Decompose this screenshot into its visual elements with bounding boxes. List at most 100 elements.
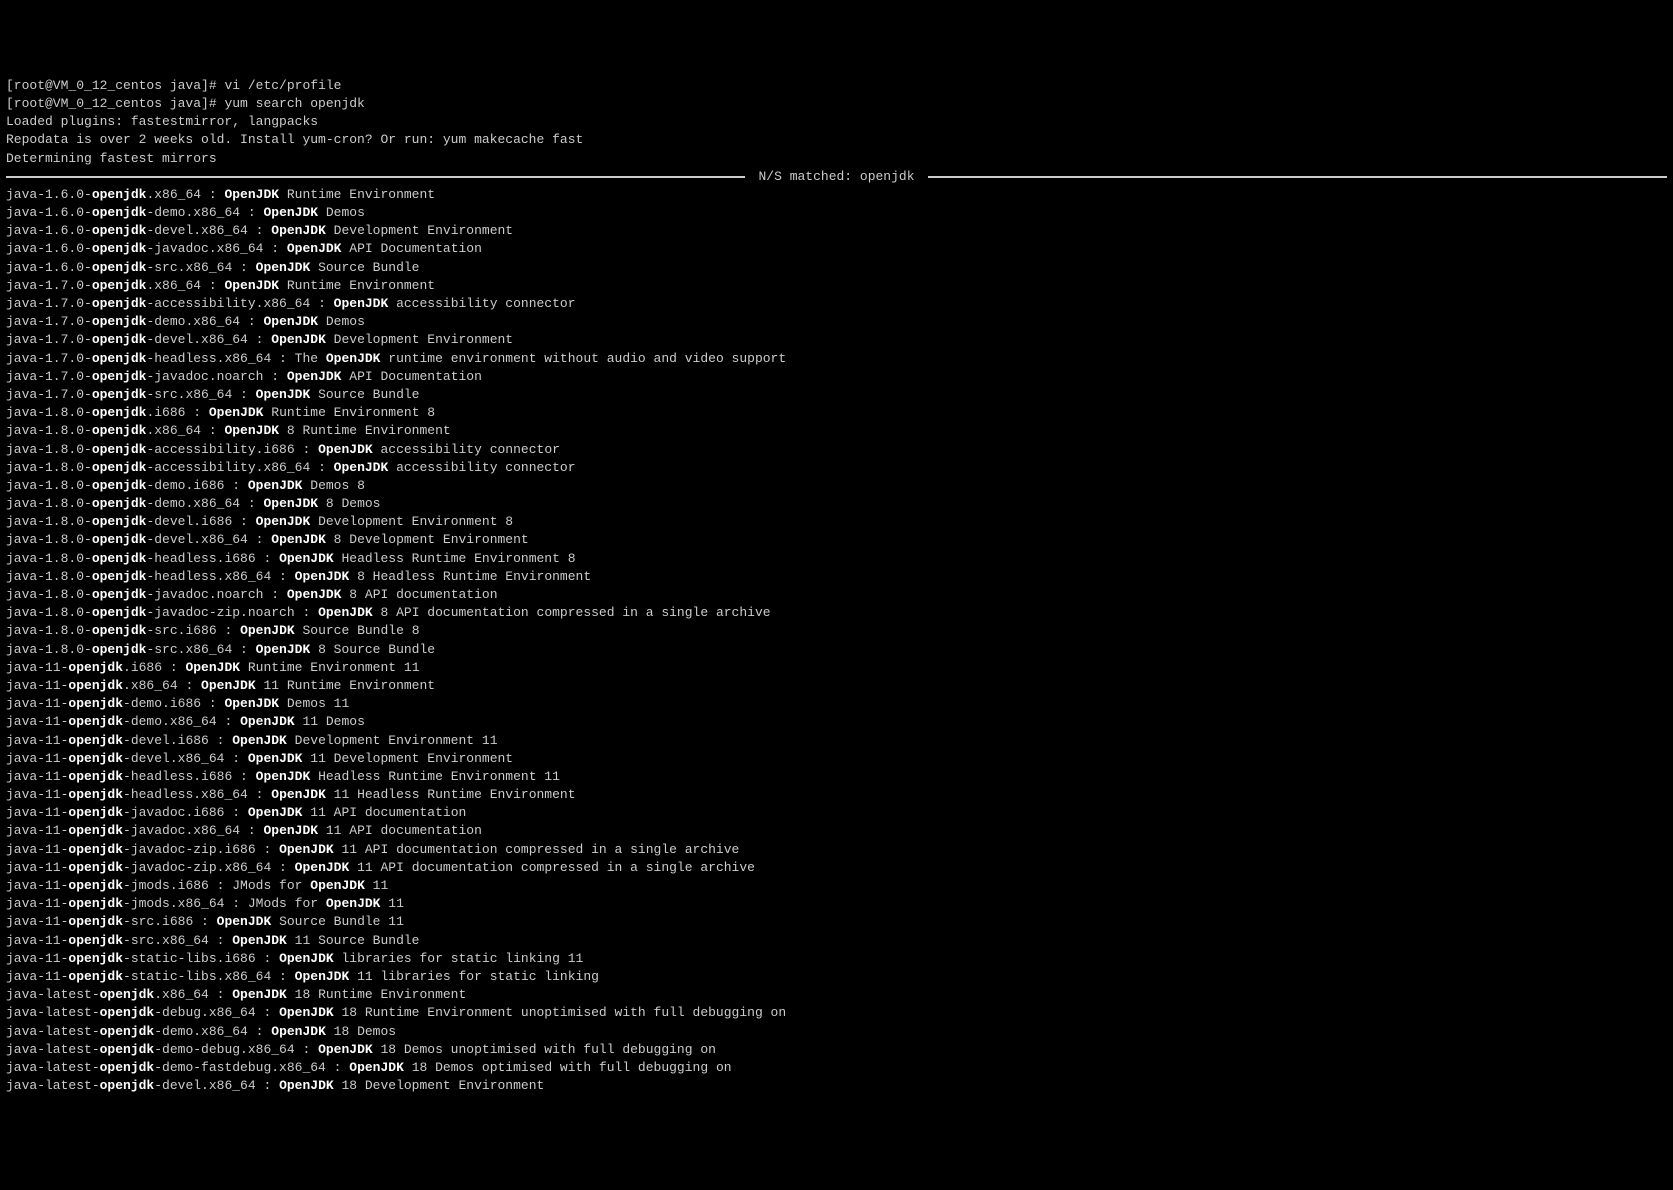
search-result: java-1.7.0-openjdk-src.x86_64 : OpenJDK … bbox=[6, 386, 1667, 404]
match-highlight: OpenJDK bbox=[263, 314, 318, 329]
match-highlight: OpenJDK bbox=[232, 933, 287, 948]
yum-message: Determining fastest mirrors bbox=[6, 150, 1667, 168]
match-highlight: openjdk bbox=[92, 351, 147, 366]
match-highlight: openjdk bbox=[92, 514, 147, 529]
match-highlight: openjdk bbox=[68, 660, 123, 675]
search-result: java-1.7.0-openjdk-accessibility.x86_64 … bbox=[6, 295, 1667, 313]
match-highlight: openjdk bbox=[92, 532, 147, 547]
shell-prompt: [root@VM_0_12_centos java]# bbox=[6, 96, 224, 111]
match-highlight: OpenJDK bbox=[224, 187, 279, 202]
section-separator: N/S matched: openjdk bbox=[6, 168, 1667, 186]
match-highlight: OpenJDK bbox=[240, 714, 295, 729]
match-highlight: OpenJDK bbox=[271, 223, 326, 238]
match-highlight: OpenJDK bbox=[349, 1060, 404, 1075]
match-highlight: openjdk bbox=[92, 478, 147, 493]
search-result: java-latest-openjdk-debug.x86_64 : OpenJ… bbox=[6, 1004, 1667, 1022]
search-result: java-1.7.0-openjdk-demo.x86_64 : OpenJDK… bbox=[6, 313, 1667, 331]
search-result: java-11-openjdk-jmods.x86_64 : JMods for… bbox=[6, 895, 1667, 913]
search-result: java-11-openjdk-javadoc.x86_64 : OpenJDK… bbox=[6, 822, 1667, 840]
match-highlight: openjdk bbox=[92, 332, 147, 347]
search-result: java-11-openjdk-javadoc.i686 : OpenJDK 1… bbox=[6, 804, 1667, 822]
match-highlight: openjdk bbox=[68, 678, 123, 693]
match-highlight: OpenJDK bbox=[326, 351, 381, 366]
match-highlight: openjdk bbox=[92, 551, 147, 566]
search-result: java-1.8.0-openjdk-headless.i686 : OpenJ… bbox=[6, 550, 1667, 568]
match-highlight: OpenJDK bbox=[232, 733, 287, 748]
match-highlight: openjdk bbox=[68, 696, 123, 711]
search-result: java-1.7.0-openjdk.x86_64 : OpenJDK Runt… bbox=[6, 277, 1667, 295]
match-highlight: OpenJDK bbox=[287, 587, 342, 602]
match-highlight: openjdk bbox=[92, 369, 147, 384]
search-result: java-11-openjdk-javadoc-zip.i686 : OpenJ… bbox=[6, 841, 1667, 859]
match-highlight: OpenJDK bbox=[271, 1024, 326, 1039]
search-result: java-11-openjdk-static-libs.i686 : OpenJ… bbox=[6, 950, 1667, 968]
match-highlight: OpenJDK bbox=[334, 460, 389, 475]
match-highlight: OpenJDK bbox=[256, 387, 311, 402]
search-result: java-1.6.0-openjdk.x86_64 : OpenJDK Runt… bbox=[6, 186, 1667, 204]
match-highlight: openjdk bbox=[92, 278, 147, 293]
match-highlight: openjdk bbox=[68, 842, 123, 857]
match-highlight: OpenJDK bbox=[217, 914, 272, 929]
yum-message: Loaded plugins: fastestmirror, langpacks bbox=[6, 113, 1667, 131]
search-result: java-11-openjdk-devel.x86_64 : OpenJDK 1… bbox=[6, 750, 1667, 768]
match-highlight: openjdk bbox=[68, 951, 123, 966]
match-highlight: OpenJDK bbox=[295, 569, 350, 584]
search-result: java-1.8.0-openjdk-devel.i686 : OpenJDK … bbox=[6, 513, 1667, 531]
match-highlight: OpenJDK bbox=[240, 623, 295, 638]
match-highlight: openjdk bbox=[92, 405, 147, 420]
match-highlight: OpenJDK bbox=[318, 1042, 373, 1057]
match-highlight: OpenJDK bbox=[248, 751, 303, 766]
search-result: java-latest-openjdk-demo-fastdebug.x86_6… bbox=[6, 1059, 1667, 1077]
match-highlight: OpenJDK bbox=[256, 260, 311, 275]
search-result: java-1.6.0-openjdk-demo.x86_64 : OpenJDK… bbox=[6, 204, 1667, 222]
match-highlight: openjdk bbox=[100, 1078, 155, 1093]
match-highlight: openjdk bbox=[92, 460, 147, 475]
search-result: java-11-openjdk.i686 : OpenJDK Runtime E… bbox=[6, 659, 1667, 677]
match-highlight: openjdk bbox=[92, 296, 147, 311]
search-result: java-1.8.0-openjdk-demo.x86_64 : OpenJDK… bbox=[6, 495, 1667, 513]
match-highlight: OpenJDK bbox=[185, 660, 240, 675]
search-result: java-latest-openjdk-devel.x86_64 : OpenJ… bbox=[6, 1077, 1667, 1095]
match-highlight: OpenJDK bbox=[279, 551, 334, 566]
match-highlight: OpenJDK bbox=[256, 769, 311, 784]
search-result: java-latest-openjdk-demo-debug.x86_64 : … bbox=[6, 1041, 1667, 1059]
match-highlight: OpenJDK bbox=[271, 787, 326, 802]
match-highlight: openjdk bbox=[100, 1005, 155, 1020]
search-result: java-11-openjdk-static-libs.x86_64 : Ope… bbox=[6, 968, 1667, 986]
match-highlight: OpenJDK bbox=[263, 496, 318, 511]
search-result: java-11-openjdk-headless.x86_64 : OpenJD… bbox=[6, 786, 1667, 804]
search-result: java-1.8.0-openjdk-javadoc-zip.noarch : … bbox=[6, 604, 1667, 622]
match-highlight: OpenJDK bbox=[287, 241, 342, 256]
search-result: java-11-openjdk-src.i686 : OpenJDK Sourc… bbox=[6, 913, 1667, 931]
match-highlight: openjdk bbox=[100, 1060, 155, 1075]
match-highlight: OpenJDK bbox=[224, 423, 279, 438]
match-highlight: openjdk bbox=[68, 914, 123, 929]
match-highlight: openjdk bbox=[68, 969, 123, 984]
search-result: java-11-openjdk-src.x86_64 : OpenJDK 11 … bbox=[6, 932, 1667, 950]
match-highlight: openjdk bbox=[92, 241, 147, 256]
match-highlight: openjdk bbox=[68, 896, 123, 911]
match-highlight: openjdk bbox=[92, 223, 147, 238]
search-result: java-1.8.0-openjdk-accessibility.x86_64 … bbox=[6, 459, 1667, 477]
search-result: java-1.8.0-openjdk.i686 : OpenJDK Runtim… bbox=[6, 404, 1667, 422]
match-highlight: openjdk bbox=[68, 787, 123, 802]
search-result: java-1.7.0-openjdk-devel.x86_64 : OpenJD… bbox=[6, 331, 1667, 349]
separator-label: N/S matched: openjdk bbox=[745, 168, 929, 186]
match-highlight: openjdk bbox=[92, 642, 147, 657]
match-highlight: openjdk bbox=[68, 823, 123, 838]
shell-prompt: [root@VM_0_12_centos java]# bbox=[6, 78, 224, 93]
match-highlight: OpenJDK bbox=[263, 205, 318, 220]
match-highlight: openjdk bbox=[92, 605, 147, 620]
match-highlight: OpenJDK bbox=[318, 442, 373, 457]
search-result: java-1.8.0-openjdk-devel.x86_64 : OpenJD… bbox=[6, 531, 1667, 549]
match-highlight: OpenJDK bbox=[232, 987, 287, 1002]
search-result: java-1.8.0-openjdk-accessibility.i686 : … bbox=[6, 441, 1667, 459]
match-highlight: OpenJDK bbox=[256, 514, 311, 529]
match-highlight: OpenJDK bbox=[248, 478, 303, 493]
search-result: java-1.6.0-openjdk-javadoc.x86_64 : Open… bbox=[6, 240, 1667, 258]
match-highlight: OpenJDK bbox=[334, 296, 389, 311]
search-result: java-latest-openjdk.x86_64 : OpenJDK 18 … bbox=[6, 986, 1667, 1004]
match-highlight: openjdk bbox=[92, 260, 147, 275]
match-highlight: OpenJDK bbox=[279, 1005, 334, 1020]
terminal-output[interactable]: [root@VM_0_12_centos java]# vi /etc/prof… bbox=[6, 77, 1667, 1096]
